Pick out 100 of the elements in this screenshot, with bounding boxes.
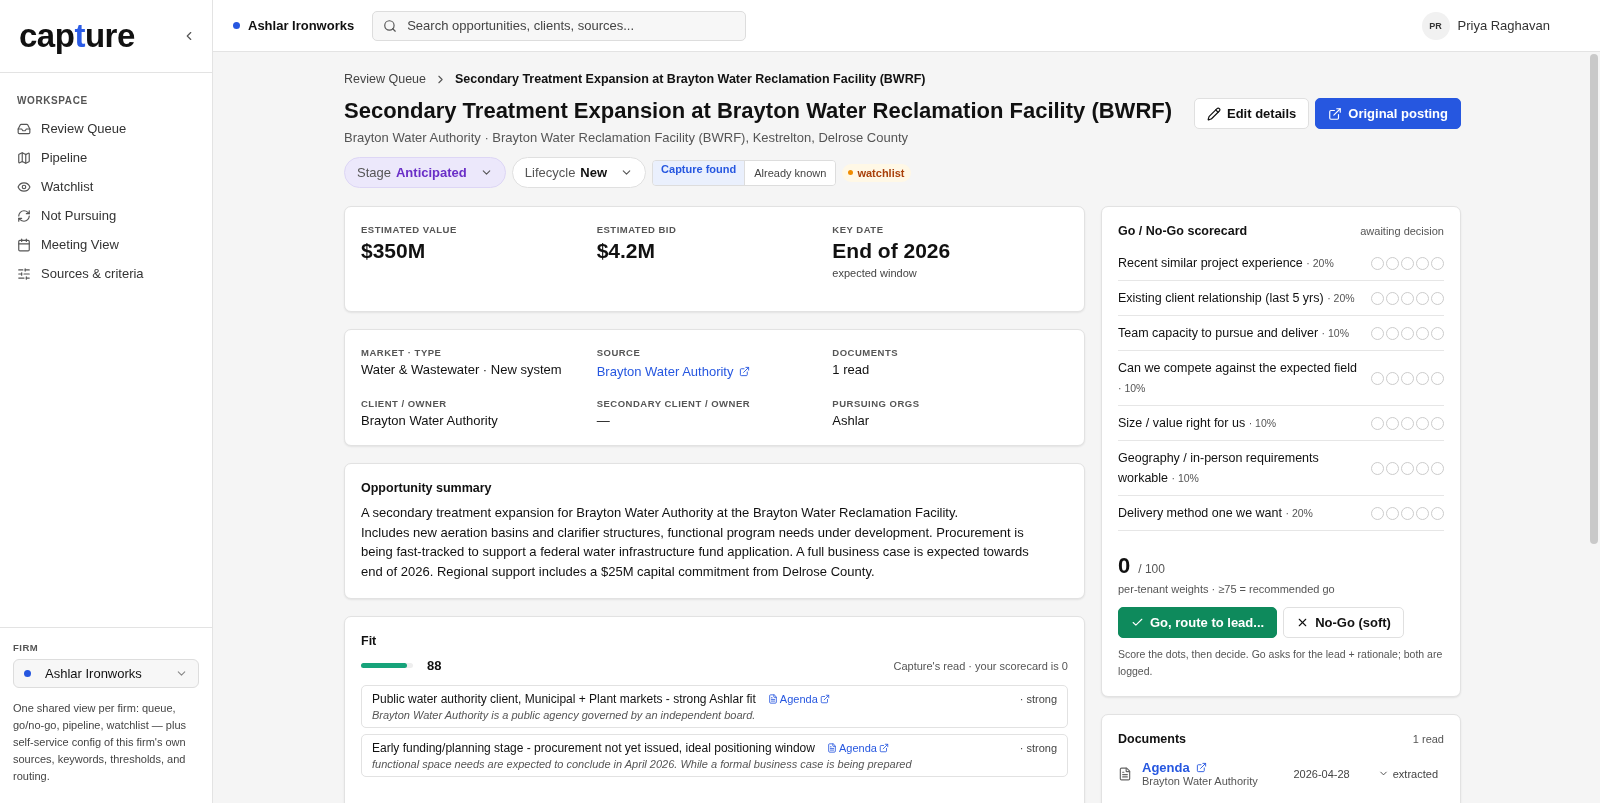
check-icon: [1131, 616, 1144, 629]
inbox-icon: [17, 121, 31, 136]
scorecard-footnote: Score the dots, then decide. Go asks for the lead + rationale; both are logged.: [1118, 647, 1444, 679]
metric-value: $350M: [361, 239, 427, 263]
user-avatar[interactable]: PR: [1421, 11, 1450, 40]
calendar-icon: [17, 237, 31, 252]
fit-note: Capture's read · your scorecard is 0: [893, 659, 1068, 672]
workspace-name: Ashlar Ironworks: [233, 18, 355, 33]
fit-reason-text: Public water authority client, Municipal + Plant markets - strong Ashlar fit: [372, 692, 756, 706]
metric-label: ESTIMATED BID: [596, 224, 678, 235]
search-input[interactable]: Search opportunities, clients, sources...: [405, 17, 736, 34]
fit-score: 88: [427, 658, 442, 673]
pencil-icon: [1206, 106, 1221, 121]
metric-label: KEY DATE: [832, 224, 885, 235]
criterion-label: Size / value right for us · 10%: [1118, 415, 1277, 432]
page-title: Secondary Treatment Expansion at Brayton Water Reclamation Facility (BWRF): [344, 98, 1173, 124]
capture-logo: capture: [19, 17, 135, 55]
nav-item[interactable]: Sources & criteria: [8, 259, 204, 288]
criterion-label: Recent similar project experience · 20%: [1118, 255, 1334, 272]
sliders-icon: [17, 266, 31, 281]
document-source: Brayton Water Authority: [1142, 775, 1258, 787]
summary-text: Includes new aeration basins and clarifier structures, functional program needs under development. Procurement is being fast-tracked to support a federal water infrastructure fund application. A full business case is expected towards end of 2026. Regional support includes a $25M capital commitment from Delrose County.: [361, 523, 1030, 581]
metric-value: End of 2026: [832, 239, 952, 263]
nav-item[interactable]: Watchlist: [8, 172, 204, 201]
stage-dropdown[interactable]: Stage Anticipated: [344, 157, 506, 188]
metric-label: ESTIMATED VALUE: [361, 224, 458, 235]
criterion-label: Can we compete against the expected field · 10%: [1118, 360, 1359, 396]
document-status[interactable]: extracted: [1371, 766, 1444, 781]
original-posting-button[interactable]: Original posting: [1315, 98, 1461, 129]
criterion-label: Team capacity to pursue and deliver · 10%: [1118, 325, 1350, 342]
score-dots[interactable]: [1371, 371, 1444, 385]
firm-label: FIRM: [13, 642, 40, 653]
no-go-button[interactable]: No-Go (soft): [1283, 607, 1404, 638]
source-link[interactable]: Brayton Water Authority: [596, 364, 751, 379]
agenda-link[interactable]: Agenda: [767, 693, 830, 705]
field-label: MARKET · TYPE: [361, 347, 443, 358]
origin-toggle[interactable]: Capture found: [653, 160, 746, 185]
page-subtitle: Brayton Water Authority · Brayton Water Reclamation Facility (BWRF), Kestrelton, Delrose County: [344, 130, 909, 145]
score-dots[interactable]: [1371, 461, 1444, 475]
origin-toggle[interactable]: Already known: [745, 160, 836, 185]
score-total: 0: [1118, 553, 1131, 579]
criterion-label: Existing client relationship (last 5 yrs) · 20%: [1118, 290, 1355, 307]
field-value: Brayton Water Authority: [361, 413, 499, 428]
external-link-icon: [819, 694, 830, 704]
score-dots[interactable]: [1371, 506, 1444, 520]
card-title: Go / No-Go scorecard: [1118, 224, 1248, 238]
external-link-icon: [1328, 106, 1343, 121]
score-max: / 100: [1138, 562, 1165, 576]
document-count: 1 read: [1412, 733, 1444, 745]
metric-value: $4.2M: [596, 239, 657, 263]
user-name: Priya Raghavan: [1457, 18, 1550, 33]
firm-description: One shared view per firm: queue, go/no-go, pipeline, watchlist — plus self-service config of this firm's own sources, keywords, thresholds, and routing.: [13, 701, 188, 784]
strength-label: · strong: [1019, 742, 1057, 754]
field-label: CLIENT / OWNER: [361, 398, 448, 409]
nav-item[interactable]: Pipeline: [8, 143, 204, 172]
score-dots[interactable]: [1371, 291, 1444, 305]
fit-reason-text: Early funding/planning stage - procurement not yet issued, ideal positioning window: [372, 741, 815, 755]
field-value: Water & Wastewater · New system: [361, 362, 563, 377]
card-title: Fit: [361, 634, 378, 648]
score-dots[interactable]: [1371, 416, 1444, 430]
go-button[interactable]: Go, route to lead...: [1118, 607, 1278, 638]
edit-button[interactable]: Edit details: [1193, 98, 1310, 129]
document-link[interactable]: Agenda: [1142, 760, 1258, 775]
criterion-label: Geography / in-person requirements workable · 10%: [1118, 450, 1320, 487]
decision-status: awaiting decision: [1360, 225, 1444, 237]
nav-item[interactable]: Review Queue: [8, 114, 204, 143]
firm-select[interactable]: Ashlar Ironworks: [13, 659, 199, 688]
field-label: DOCUMENTS: [832, 347, 900, 358]
status-dot: [24, 670, 31, 677]
field-label: SOURCE: [596, 347, 642, 358]
external-link-icon: [1195, 762, 1207, 773]
nav-item[interactable]: Not Pursuing: [8, 201, 204, 230]
field-label: PURSUING ORGS: [832, 398, 921, 409]
file-icon: [826, 743, 837, 753]
breadcrumb-current: Secondary Treatment Expansion at Brayton Water Reclamation Facility (BWRF): [455, 72, 926, 86]
score-dots[interactable]: [1371, 326, 1444, 340]
scrollbar[interactable]: [1590, 54, 1598, 544]
search-icon: [383, 18, 398, 33]
breadcrumb-link[interactable]: Review Queue: [344, 72, 426, 86]
score-dots[interactable]: [1371, 256, 1444, 270]
field-value: Ashlar: [832, 413, 871, 428]
watchlist-tag: watchlist: [842, 163, 911, 182]
lifecycle-dropdown[interactable]: Lifecycle New: [511, 157, 647, 188]
evidence-quote: Brayton Water Authority is a public agency governed by an independent board.: [372, 709, 757, 721]
external-link-icon: [739, 366, 751, 377]
agenda-link[interactable]: Agenda: [826, 742, 889, 754]
section-label: WORKSPACE: [16, 94, 89, 108]
strength-label: · strong: [1019, 693, 1057, 705]
file-icon: [1118, 766, 1132, 781]
metric-note: expected window: [832, 267, 918, 279]
eye-icon: [17, 179, 31, 194]
card-title: Opportunity summary: [361, 481, 493, 495]
field-value: 1 read: [832, 362, 871, 377]
search-field[interactable]: Search opportunities, clients, sources...: [372, 10, 747, 41]
external-link-icon: [878, 743, 889, 753]
summary-text: A secondary treatment expansion for Brayton Water Authority at the Brayton Water Reclamation Facility.: [361, 504, 960, 522]
nav-item[interactable]: Meeting View: [8, 230, 204, 259]
card-title: Documents: [1118, 732, 1187, 746]
document-date: 2026-04-28: [1293, 767, 1350, 780]
file-icon: [767, 694, 778, 704]
